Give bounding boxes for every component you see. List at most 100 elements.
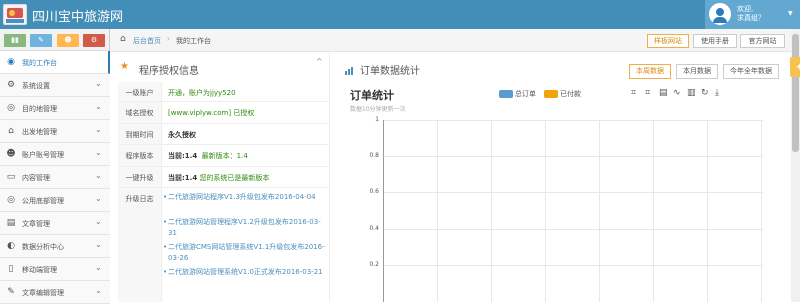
- download-icon[interactable]: ⤓: [715, 88, 719, 98]
- user-menu[interactable]: 欢迎, 求真组？ ▼: [705, 0, 800, 29]
- settings-shortcut-button[interactable]: ⚙: [83, 34, 105, 47]
- group-shortcut-button[interactable]: ☻: [57, 34, 79, 47]
- scrollbar-thumb[interactable]: [792, 34, 799, 152]
- row-value: 永久授权: [168, 131, 196, 139]
- changelog-link[interactable]: 二代旅游网站管理系统V1.0正式发布2016-03-21: [163, 267, 328, 278]
- changelog-link[interactable]: 二代旅游网站管理程序V1.2升级包发布2016-03-31: [163, 217, 328, 239]
- info-row-version: 程序版本 当前:1.4 最新版本：1.4: [118, 145, 330, 167]
- sidebar-item-label: 系统设置: [22, 82, 50, 90]
- row-key: 程序版本: [118, 145, 162, 166]
- grid-line: [707, 120, 708, 302]
- globe-icon: ◎: [7, 195, 15, 205]
- sidebar-item[interactable]: ⚙ 系统设置 ⌄: [0, 74, 110, 97]
- sidebar-item[interactable]: ◐ 数据分析中心 ⌄: [0, 235, 110, 258]
- chevron-down-icon: ⌄: [95, 148, 102, 157]
- chart-title: 订单统计: [350, 89, 394, 102]
- row-key: 升级日志: [118, 188, 162, 302]
- sidebar-item-label: 文章编辑管理: [22, 289, 64, 297]
- legend-item-total[interactable]: 总订单: [499, 89, 536, 99]
- sidebar-item[interactable]: ☻ 账户账号管理 ⌄: [0, 143, 110, 166]
- row-value: 开通，账户为jjyy520: [168, 89, 236, 97]
- row-key: 一级账户: [118, 82, 162, 101]
- current-version: 当前:1.4: [168, 174, 198, 182]
- row-key: 一键升级: [118, 167, 162, 187]
- order-stats-title: 订单数据统计: [360, 66, 420, 77]
- sidebar-item[interactable]: ◉ 我的工作台: [0, 51, 110, 74]
- legend-swatch: [499, 90, 513, 98]
- sample-site-button[interactable]: 样板网站: [647, 34, 689, 48]
- legend-label: 总订单: [515, 90, 536, 98]
- sidebar-item[interactable]: ◎ 公用底部管理 ⌄: [0, 189, 110, 212]
- sidebar-item-label: 账户账号管理: [22, 151, 64, 159]
- grid-line: [599, 120, 600, 302]
- home-icon[interactable]: ⌂: [120, 34, 126, 44]
- edit-shortcut-button[interactable]: ✎: [30, 34, 52, 47]
- zoom-reset-icon[interactable]: ⌗: [645, 88, 650, 98]
- month-data-button[interactable]: 本月数据: [676, 64, 718, 79]
- y-axis-line: [383, 120, 384, 302]
- y-tick-label: 0.8: [369, 152, 379, 159]
- sidebar-item[interactable]: ◎ 目的地管理 ⌄: [0, 97, 110, 120]
- sidebar-item[interactable]: ▯ 移动端管理 ⌄: [0, 258, 110, 281]
- changelog-link[interactable]: 二代旅游网站程序V1.3升级包发布2016-04-04: [163, 192, 328, 203]
- caret-down-icon: ▼: [788, 10, 793, 17]
- sidebar-item-label: 我的工作台: [22, 59, 57, 67]
- grid-line: [383, 192, 763, 193]
- chevron-down-icon: ⌄: [95, 263, 102, 272]
- sidebar-item-label: 出发地管理: [22, 128, 57, 136]
- grid-line: [491, 120, 492, 302]
- breadcrumb-home-link[interactable]: 后台首页: [133, 36, 161, 46]
- grid-line: [383, 120, 763, 121]
- grid-line: [653, 120, 654, 302]
- dashboard-icon: ◉: [7, 57, 15, 67]
- collapse-icon[interactable]: ^: [316, 57, 323, 66]
- data-view-icon[interactable]: ▤: [659, 88, 668, 98]
- sidebar-item[interactable]: ✎ 文章编辑管理 ⌄: [0, 281, 110, 304]
- grid-line: [383, 265, 763, 266]
- cogs-icon: ⚙: [6, 80, 16, 90]
- row-value: 当前:1.4 您的系统已是最新版本: [168, 173, 269, 183]
- grid-line: [545, 120, 546, 302]
- sidebar: ▮▮ ✎ ☻ ⚙ ◉ 我的工作台 ⚙ 系统设置 ⌄ ◎ 目的地管理 ⌄ ⌂ 出发地管理 ⌄ ☻ 账户账号…: [0, 29, 110, 304]
- refresh-icon[interactable]: ↻: [701, 88, 709, 98]
- sidebar-item[interactable]: ▭ 内容管理 ⌄: [0, 166, 110, 189]
- upgrade-status: 您的系统已是最新版本: [199, 174, 270, 182]
- latest-version: 最新版本：1.4: [201, 152, 248, 160]
- changelog-link[interactable]: 二代旅游CMS网站管理系统V1.1升级包发布2016-03-26: [163, 242, 328, 264]
- sidebar-item-label: 移动端管理: [22, 266, 57, 274]
- legend-item-paid[interactable]: 已付款: [544, 89, 581, 99]
- sidebar-item-label: 公用底部管理: [22, 197, 64, 205]
- sidebar-item[interactable]: ▤ 文章管理 ⌄: [0, 212, 110, 235]
- chevron-down-icon: ⌄: [95, 286, 102, 295]
- line-chart-icon[interactable]: ∿: [673, 88, 681, 98]
- week-data-button[interactable]: 本周数据: [629, 64, 671, 79]
- top-navbar: 四川宝中旅游网 欢迎, 求真组？ ▼: [0, 0, 800, 29]
- zoom-icon[interactable]: ⌗: [631, 88, 636, 98]
- row-value: 当前:1.4 最新版本：1.4: [168, 151, 248, 161]
- avatar: [709, 3, 731, 25]
- chevron-down-icon: ⌄: [95, 240, 102, 249]
- folder-icon: ▭: [6, 172, 16, 182]
- grid-line: [383, 156, 763, 157]
- official-site-button[interactable]: 官方网站: [740, 34, 785, 48]
- chevron-down-icon: ⌄: [95, 79, 102, 88]
- chart-toolbox: ⌗ ⌗ ▤ ∿ ▥ ↻ ⤓: [631, 88, 731, 100]
- breadcrumb-current: 我的工作台: [176, 37, 211, 45]
- chart-icon: ◐: [7, 241, 15, 251]
- y-tick-label: 0.6: [369, 188, 379, 195]
- row-value: [www.viplyw.com] 已授权: [168, 109, 255, 117]
- order-stats-panel: 订单数据统计 本周数据 本月数据 今年全年数据 订单统计 数据10分钟更新一次 …: [339, 52, 789, 302]
- settings-float-icon[interactable]: ✦: [790, 57, 800, 77]
- current-version: 当前:1.4: [168, 152, 198, 160]
- year-data-button[interactable]: 今年全年数据: [723, 64, 779, 79]
- globe-icon: ◎: [7, 103, 15, 113]
- site-logo[interactable]: [3, 4, 27, 25]
- sidebar-item[interactable]: ⌂ 出发地管理 ⌄: [0, 120, 110, 143]
- welcome-line-1: 欢迎,: [737, 5, 754, 13]
- stats-shortcut-button[interactable]: ▮▮: [4, 34, 26, 47]
- chevron-down-icon: ⌄: [95, 171, 102, 180]
- user-manual-button[interactable]: 使用手册: [693, 34, 737, 48]
- site-name[interactable]: 四川宝中旅游网: [32, 6, 123, 25]
- bar-chart-toggle-icon[interactable]: ▥: [687, 88, 696, 98]
- legend-swatch: [544, 90, 558, 98]
